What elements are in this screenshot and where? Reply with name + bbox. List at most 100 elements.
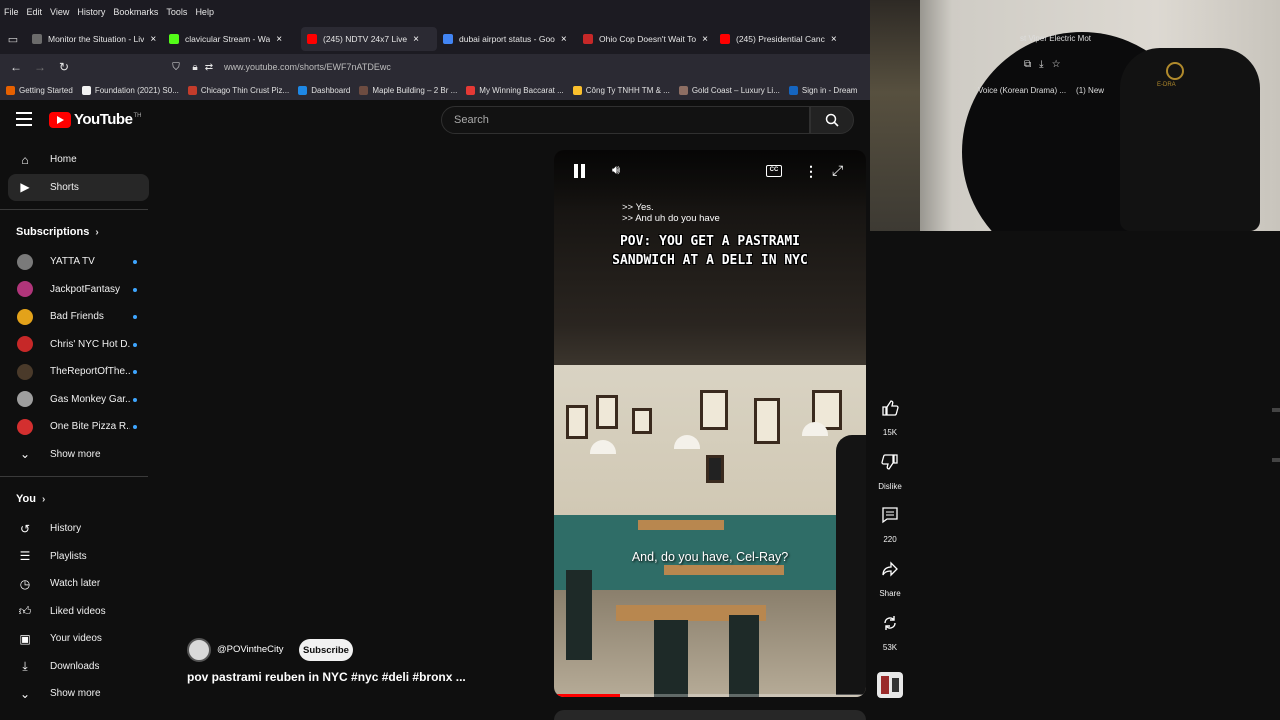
tab-list-icon[interactable]: ▭ (0, 33, 26, 46)
channel-avatar (17, 336, 33, 353)
browser-tab[interactable]: clavicular Stream - Wa × (163, 27, 301, 51)
subscription-item[interactable]: JackpotFantasy (0, 276, 160, 304)
fullscreen-icon[interactable]: ⤢ (832, 162, 843, 179)
permissions-icon[interactable]: ⇄ (202, 62, 216, 73)
show-more-you[interactable]: ⌄ Show more (0, 680, 160, 708)
youtube-logo[interactable]: YouTube TH (49, 111, 141, 128)
close-tab-icon[interactable]: × (831, 34, 837, 45)
close-tab-icon[interactable]: × (413, 34, 419, 45)
bookmark-item[interactable]: Maple Building – 2 Br ... (359, 85, 458, 95)
address-bar-url[interactable]: www.youtube.com/shorts/EWF7nATDEwc (224, 62, 391, 72)
bookmark-item[interactable]: Getting Started (6, 85, 73, 95)
captions-icon[interactable]: CC (766, 165, 782, 177)
downloads-icon: ⤓ (22, 658, 28, 673)
tab-favicon-icon (32, 34, 42, 44)
video-progress-bar[interactable] (554, 694, 866, 697)
sidebar-item-label: Liked videos (50, 605, 106, 617)
video-title[interactable]: pov pastrami reuben in NYC #nyc #deli #b… (187, 670, 466, 684)
bookmark-item[interactable]: Dashboard (298, 85, 350, 95)
shield-icon[interactable]: ⛉ (164, 62, 188, 73)
menu-edit[interactable]: Edit (27, 7, 43, 17)
show-more-subscriptions[interactable]: ⌄ Show more (0, 441, 160, 469)
sidebar-item-liked-videos[interactable]: 👍︎ Liked videos (0, 598, 160, 626)
bookmark-label: Maple Building – 2 Br ... (372, 85, 458, 95)
sidebar-item-downloads[interactable]: ⤓ Downloads (0, 653, 160, 681)
sidebar-item-label: History (50, 523, 82, 535)
bookmark-item[interactable]: My Winning Baccarat ... (466, 85, 564, 95)
picture-in-picture-icon: ⧉ (1024, 59, 1032, 70)
like-button[interactable] (872, 390, 908, 426)
sidebar-item-history[interactable]: ↺ History (0, 515, 160, 543)
subscribe-button[interactable]: Subscribe (299, 639, 353, 661)
close-tab-icon[interactable]: × (150, 34, 156, 45)
sidebar-item-home[interactable]: ⌂ Home (0, 146, 160, 174)
search-button[interactable] (810, 106, 854, 134)
more-options-icon[interactable]: ⋮ (804, 163, 818, 180)
shorts-video-player[interactable]: 🔊︎ CC ⋮ ⤢ >> Yes. >> And uh do you have … (554, 150, 866, 697)
bookmark-label: Công Ty TNHH TM & ... (585, 85, 670, 95)
menu-file[interactable]: File (4, 7, 19, 17)
bookmark-item[interactable]: Gold Coast – Luxury Li... (678, 85, 780, 95)
browser-tab[interactable]: (245) Presidential Canc × (714, 27, 853, 51)
pause-icon[interactable] (574, 164, 588, 178)
browser-tab[interactable]: Monitor the Situation - Liv × (26, 27, 163, 51)
bookmarks-bar: Getting Started Foundation (2021) S0... Ch… (0, 80, 870, 100)
webcam-reflected-icons: ⧉ ⤓ ☆ (1024, 59, 1061, 70)
hamburger-menu-icon[interactable] (16, 112, 32, 126)
menu-bookmarks[interactable]: Bookmarks (113, 7, 158, 17)
close-tab-icon[interactable]: × (276, 34, 282, 45)
dislike-action[interactable]: Dislike (872, 444, 908, 491)
bookmark-item[interactable]: Foundation (2021) S0... (81, 85, 179, 95)
video-title-overlay: POV: YOU GET A PASTRAMI SANDWICH AT A DE… (554, 232, 866, 270)
dislike-button[interactable] (872, 444, 908, 480)
title-overlay-line-2: SANDWICH AT A DELI IN NYC (612, 253, 808, 268)
you-heading[interactable]: You › (0, 483, 160, 515)
browser-tab[interactable]: (245) NDTV 24x7 Live × (301, 27, 437, 51)
bookmark-item[interactable]: Sign in - Dream (788, 85, 857, 95)
sidebar-item-watch-later[interactable]: ◷ Watch later (0, 570, 160, 598)
bookmark-item[interactable]: Công Ty TNHH TM & ... (572, 85, 670, 95)
youtube-play-icon (49, 111, 71, 128)
subscription-item[interactable]: Chris' NYC Hot D... (0, 331, 160, 359)
reload-icon[interactable]: ↻ (52, 60, 76, 74)
subscriptions-heading[interactable]: Subscriptions › (0, 216, 160, 248)
remix-action[interactable]: 53K (872, 605, 908, 652)
menu-help[interactable]: Help (195, 7, 214, 17)
back-icon[interactable]: ← (4, 60, 28, 74)
menu-tools[interactable]: Tools (166, 7, 187, 17)
sidebar-item-your-videos[interactable]: ▣ Your videos (0, 625, 160, 653)
video-scene-frame (596, 395, 618, 429)
like-count: 15K (882, 428, 898, 437)
subscription-item[interactable]: TheReportOfThe... (0, 358, 160, 386)
subscription-item[interactable]: Gas Monkey Gar... (0, 386, 160, 414)
subscription-item[interactable]: One Bite Pizza R... (0, 413, 160, 441)
bookmark-item[interactable]: Chicago Thin Crust Piz... (187, 85, 289, 95)
remix-button[interactable] (872, 605, 908, 641)
browser-menubar: File Edit View History Bookmarks Tools Help (0, 0, 870, 24)
share-action[interactable]: Share (872, 551, 908, 598)
sidebar-item-playlists[interactable]: ☰ Playlists (0, 543, 160, 571)
subscriptions-title: Subscriptions (16, 226, 90, 238)
search-input[interactable]: Search (441, 106, 810, 134)
audio-track-thumbnail[interactable] (877, 672, 903, 698)
bookmark-favicon-icon (6, 85, 15, 95)
channel-avatar[interactable] (187, 638, 211, 662)
forward-icon[interactable]: → (28, 60, 52, 74)
like-action[interactable]: 15K (872, 390, 908, 437)
browser-tab[interactable]: Ohio Cop Doesn't Wait To × (577, 27, 714, 51)
sidebar-item-shorts[interactable]: ▶ Shorts (8, 173, 149, 201)
subscription-item[interactable]: YATTA TV (0, 248, 160, 276)
comment-action[interactable]: 220 (872, 497, 908, 544)
volume-icon[interactable]: 🔊︎ (612, 162, 620, 178)
next-short-preview[interactable] (554, 710, 866, 720)
menu-history[interactable]: History (77, 7, 105, 17)
subscription-item[interactable]: Bad Friends (0, 303, 160, 331)
share-button[interactable] (872, 551, 908, 587)
channel-name[interactable]: @POVintheCity (217, 644, 284, 655)
comment-button[interactable] (872, 497, 908, 533)
browser-tab[interactable]: dubai airport status - Goo × (437, 27, 577, 51)
close-tab-icon[interactable]: × (702, 34, 708, 45)
tab-label: (245) NDTV 24x7 Live (323, 34, 408, 44)
close-tab-icon[interactable]: × (561, 34, 567, 45)
menu-view[interactable]: View (50, 7, 69, 17)
